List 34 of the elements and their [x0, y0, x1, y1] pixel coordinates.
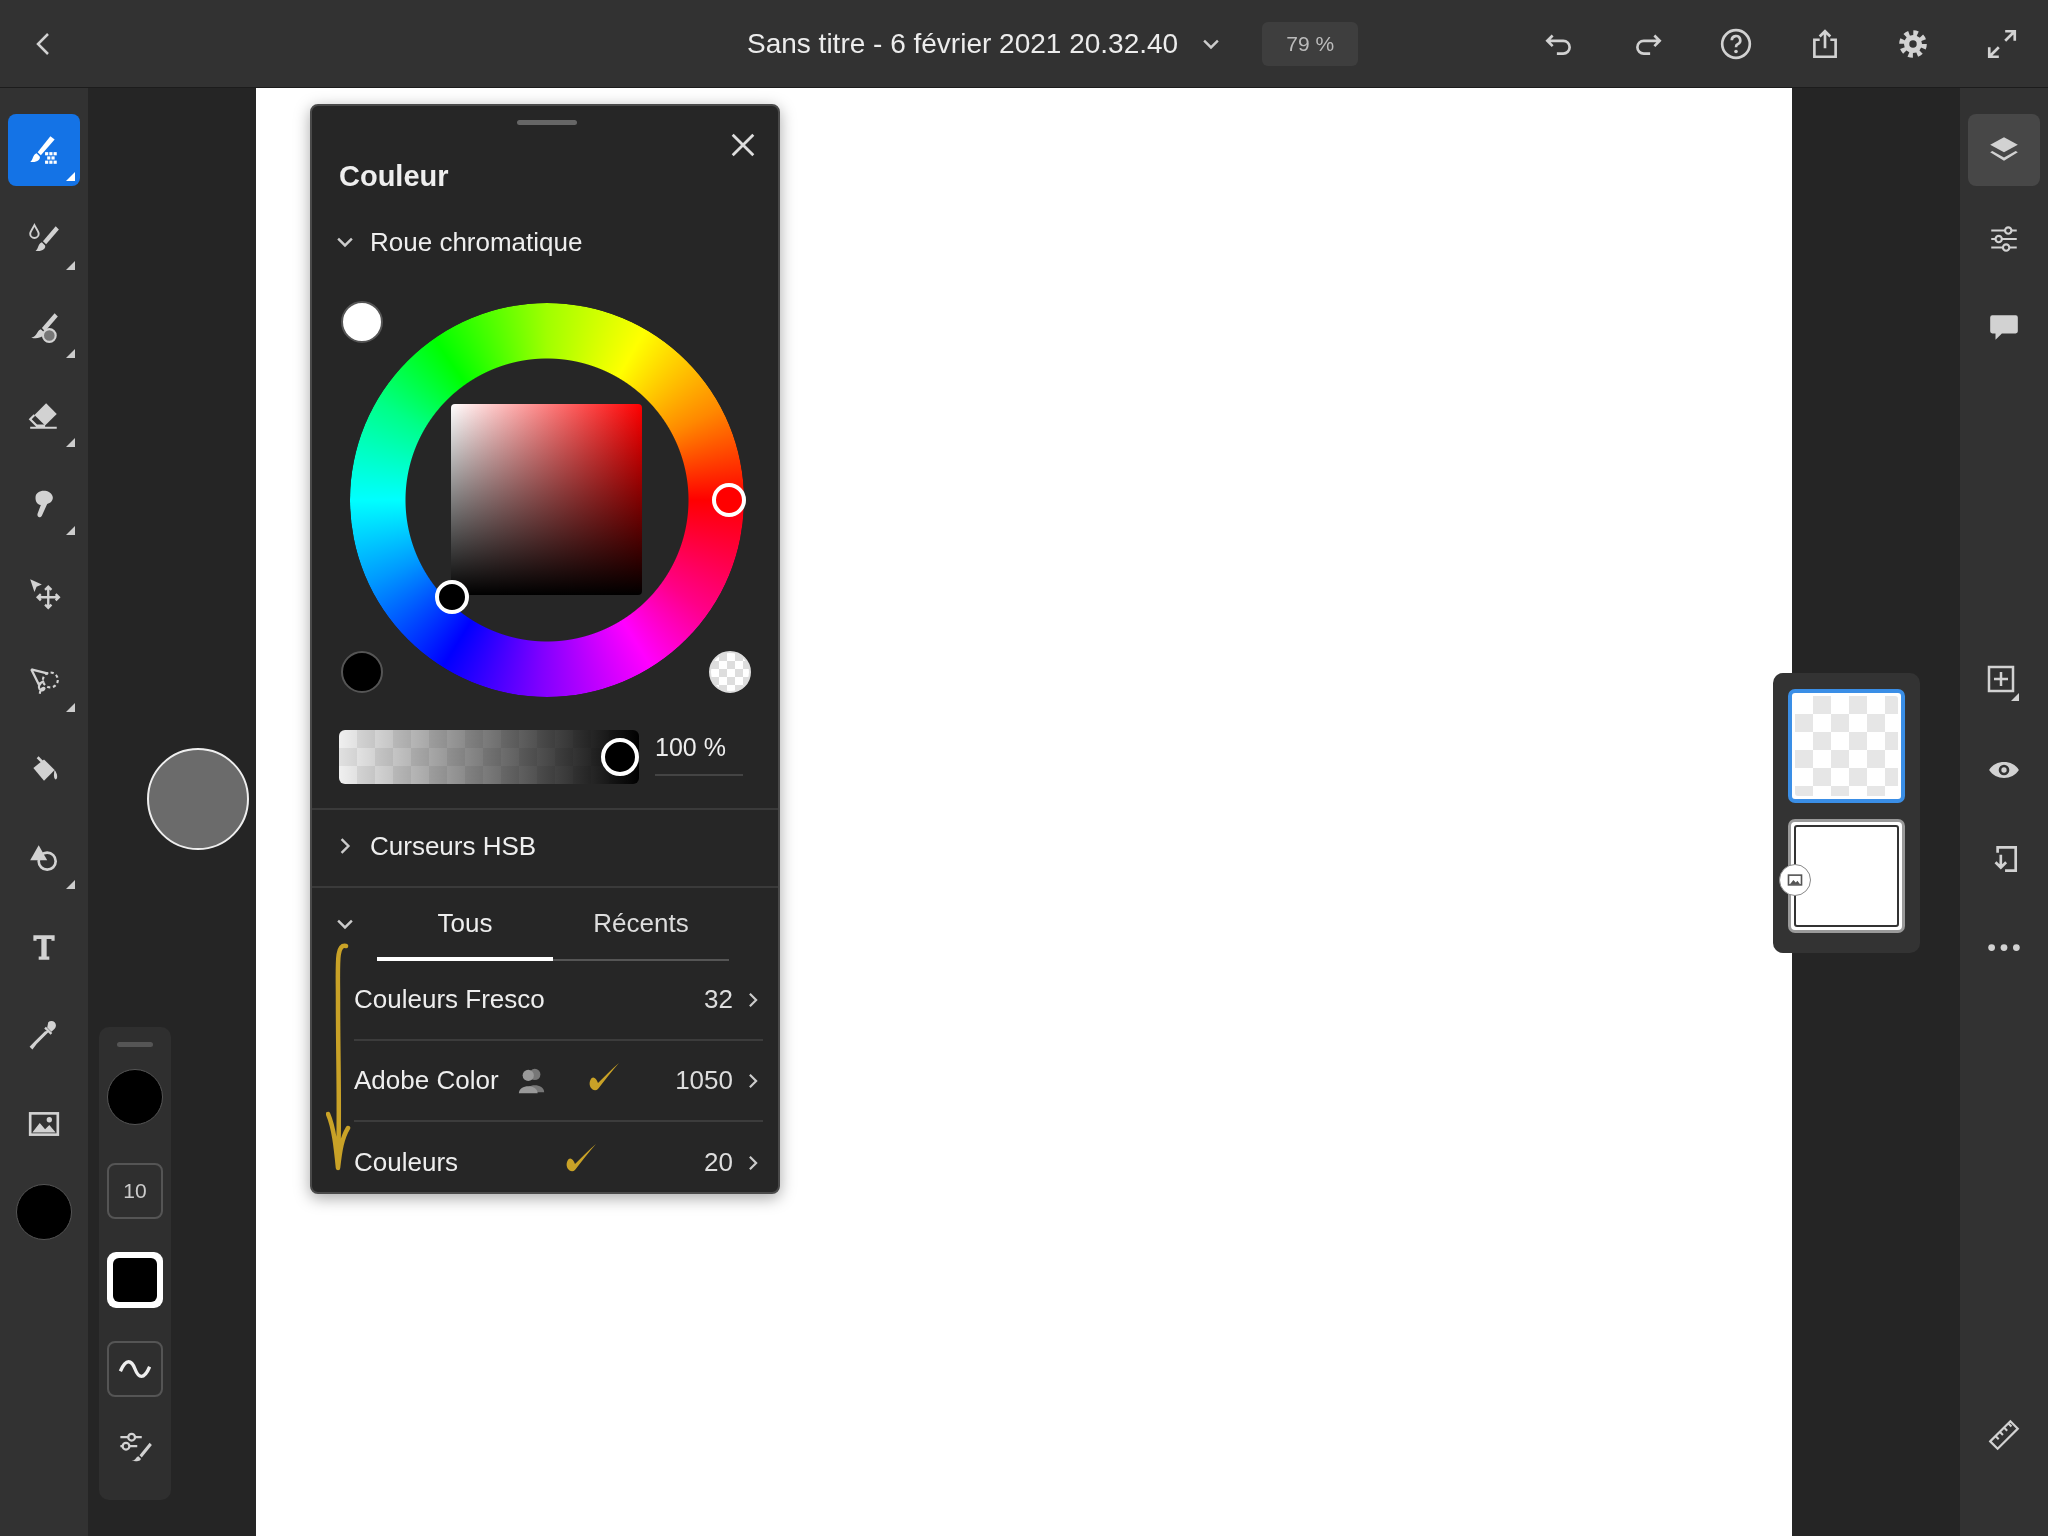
drag-handle[interactable]	[117, 1042, 153, 1047]
color-count: 1050	[675, 1065, 733, 1096]
saturation-brightness-square[interactable]	[451, 404, 642, 595]
smoothing-button[interactable]	[107, 1341, 163, 1397]
library-name[interactable]: Adobe Color	[354, 1065, 499, 1096]
tool-button[interactable]	[1968, 114, 2040, 186]
layer-thumbnail[interactable]	[1788, 819, 1905, 933]
library-name[interactable]: Couleurs Fresco	[354, 984, 545, 1015]
opacity-value: 100 %	[655, 732, 743, 776]
zoom-level-button[interactable]: 79 %	[1262, 21, 1359, 66]
section-toggle[interactable]: Curseurs HSB	[312, 810, 543, 882]
tab[interactable]: Tous	[377, 887, 553, 961]
more-icon	[1987, 942, 2021, 952]
opacity-slider[interactable]	[339, 730, 639, 784]
brush-tip-button[interactable]	[107, 1252, 163, 1308]
ruler-icon	[1987, 1417, 2021, 1452]
color-count: 20	[704, 1147, 733, 1178]
tool-button[interactable]	[8, 114, 80, 186]
library-name[interactable]: Couleurs	[354, 1147, 459, 1178]
color-swatch[interactable]	[341, 301, 383, 343]
tab[interactable]: Récents	[553, 887, 729, 961]
color-swatch[interactable]	[16, 1184, 72, 1240]
section-toggle[interactable]: Roue chromatique	[312, 206, 589, 278]
image-badge	[1779, 864, 1811, 896]
opacity-slider-thumb[interactable]	[601, 738, 639, 776]
help-icon	[1719, 26, 1754, 61]
color-swatch[interactable]	[341, 651, 383, 693]
drag-handle[interactable]	[517, 120, 577, 125]
layer-thumbnail[interactable]	[1788, 689, 1905, 803]
color-swatch[interactable]	[107, 1069, 163, 1125]
transparent-swatch[interactable]	[709, 651, 751, 693]
panel-title: Couleur	[339, 160, 449, 193]
brush-size-button[interactable]: 10	[107, 1163, 163, 1219]
color-count: 32	[704, 984, 733, 1015]
